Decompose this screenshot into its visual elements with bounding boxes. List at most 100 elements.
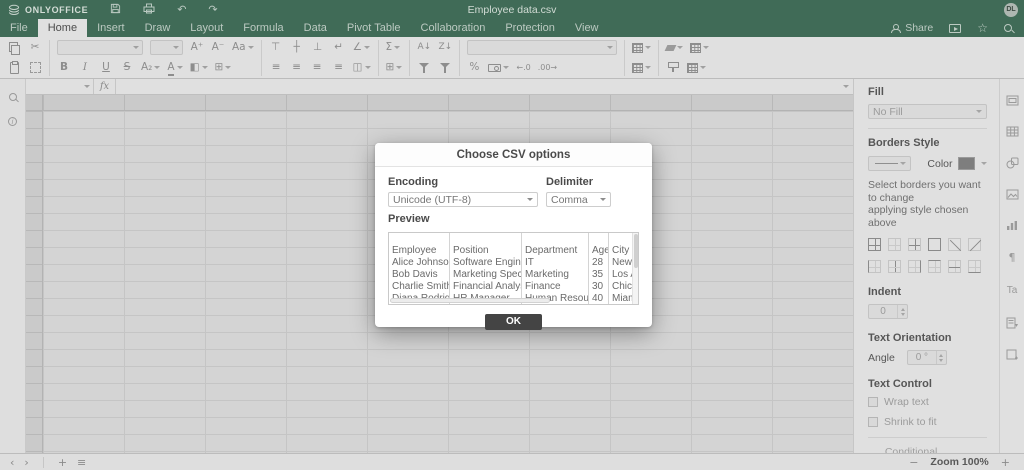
wrap-text-checkbox[interactable] — [868, 397, 878, 407]
sheet-list-icon[interactable]: ≡ — [77, 456, 86, 469]
chevron-down-icon[interactable] — [981, 162, 987, 165]
border-outside-button[interactable] — [928, 238, 941, 251]
border-all-button[interactable] — [868, 238, 881, 251]
info-icon[interactable]: i — [8, 117, 17, 126]
italic-icon[interactable]: I — [78, 60, 92, 75]
redo-icon[interactable]: ↷ — [208, 3, 217, 16]
zoom-out-icon[interactable]: − — [909, 456, 918, 469]
increase-font-icon[interactable]: A⁺ — [190, 40, 204, 55]
tab-collaboration[interactable]: Collaboration — [411, 19, 496, 37]
preview-horizontal-scrollbar[interactable] — [389, 297, 632, 304]
slicer-settings-icon[interactable] — [1006, 317, 1019, 329]
sort-ascending-icon[interactable]: A↓ — [417, 40, 432, 55]
share-button[interactable]: Share — [890, 22, 933, 34]
orientation-icon[interactable]: ∠ — [353, 40, 371, 55]
border-top-button[interactable] — [928, 260, 941, 273]
valign-bottom-icon[interactable]: ⊥ — [311, 40, 325, 55]
insert-cells-icon[interactable] — [632, 40, 652, 55]
font-color-icon[interactable]: A — [167, 60, 183, 76]
insert-table-icon[interactable] — [687, 60, 707, 75]
borders-icon[interactable]: ⊞ — [215, 60, 232, 75]
text-art-settings-icon[interactable]: Ta — [1007, 284, 1018, 297]
accounting-style-icon[interactable] — [488, 60, 510, 75]
add-sheet-icon[interactable]: + — [58, 456, 67, 469]
percent-style-icon[interactable]: % — [467, 60, 481, 75]
underline-icon[interactable]: U — [99, 60, 113, 75]
formula-input[interactable] — [116, 79, 837, 94]
encoding-select[interactable]: Unicode (UTF-8) — [388, 192, 538, 207]
font-name-combo[interactable] — [57, 40, 143, 55]
formula-bar-collapse-icon[interactable] — [837, 79, 853, 94]
align-left-icon[interactable]: ≡ — [269, 60, 283, 75]
tab-insert[interactable]: Insert — [87, 19, 135, 37]
tab-file[interactable]: File — [0, 19, 38, 37]
shrink-to-fit-checkbox[interactable] — [868, 417, 878, 427]
paragraph-settings-icon[interactable]: ¶ — [1009, 251, 1016, 264]
align-justify-icon[interactable]: ≡ — [332, 60, 346, 75]
bold-icon[interactable]: B — [57, 60, 71, 75]
insert-function-button[interactable]: fx — [94, 79, 116, 94]
sort-descending-icon[interactable]: Z↓ — [438, 40, 453, 55]
border-diagonal-up-button[interactable] — [968, 238, 982, 251]
border-left-button[interactable] — [868, 260, 881, 273]
wrap-text-icon[interactable]: ↵ — [332, 40, 346, 55]
next-sheet-icon[interactable]: › — [24, 456, 28, 469]
fill-select[interactable]: No Fill — [868, 104, 987, 119]
open-file-location-icon[interactable] — [949, 23, 962, 33]
valign-middle-icon[interactable]: ┼ — [290, 40, 304, 55]
ok-button[interactable]: OK — [485, 314, 542, 330]
tab-layout[interactable]: Layout — [180, 19, 233, 37]
border-inside-button[interactable] — [908, 238, 921, 251]
border-inside-vertical-button[interactable] — [888, 260, 901, 273]
chart-settings-icon[interactable] — [1006, 220, 1018, 231]
indent-spinner[interactable]: 0 — [868, 304, 908, 319]
select-all-icon[interactable] — [28, 60, 42, 75]
clear-filter-icon[interactable] — [438, 60, 452, 75]
filter-icon[interactable] — [417, 60, 431, 75]
pivot-table-settings-icon[interactable] — [1006, 349, 1019, 361]
find-icon[interactable] — [8, 93, 17, 101]
column-headers[interactable] — [43, 95, 853, 111]
zoom-level[interactable]: Zoom 100% — [930, 456, 988, 468]
zoom-in-icon[interactable]: + — [1001, 456, 1010, 469]
tab-data[interactable]: Data — [294, 19, 337, 37]
paste-icon[interactable] — [7, 60, 21, 75]
border-none-button[interactable] — [888, 238, 901, 251]
table-settings-icon[interactable] — [1006, 126, 1019, 137]
tab-home[interactable]: Home — [37, 19, 88, 37]
font-size-combo[interactable] — [150, 40, 183, 55]
decrease-decimal-icon[interactable]: ←.0 — [516, 60, 530, 75]
undo-icon[interactable]: ↶ — [177, 3, 186, 16]
tab-pivot-table[interactable]: Pivot Table — [337, 19, 411, 37]
autosum-icon[interactable]: Σ — [386, 40, 401, 55]
named-ranges-icon[interactable]: ⊞ — [386, 60, 403, 75]
delimiter-select[interactable]: Comma — [546, 192, 611, 207]
cell-settings-icon[interactable] — [1006, 95, 1019, 106]
format-as-table-icon[interactable] — [690, 40, 710, 55]
favorite-star-icon[interactable]: ☆ — [977, 22, 988, 34]
angle-spinner[interactable]: 0 ° — [906, 350, 947, 365]
fill-color-icon[interactable]: ◧ — [190, 60, 208, 75]
avatar[interactable]: DL — [1004, 2, 1018, 17]
border-right-button[interactable] — [908, 260, 921, 273]
tab-view[interactable]: View — [565, 19, 609, 37]
merge-cells-icon[interactable]: ◫ — [353, 60, 371, 75]
tab-formula[interactable]: Formula — [233, 19, 293, 37]
search-icon[interactable] — [1004, 24, 1012, 32]
increase-decimal-icon[interactable]: .00→ — [538, 60, 557, 75]
border-inside-horizontal-button[interactable] — [948, 260, 961, 273]
valign-top-icon[interactable]: ⊤ — [269, 40, 283, 55]
row-headers[interactable] — [26, 111, 43, 453]
copy-style-icon[interactable] — [666, 60, 680, 75]
border-color-swatch[interactable] — [958, 157, 975, 170]
image-settings-icon[interactable] — [1006, 189, 1019, 200]
tab-draw[interactable]: Draw — [135, 19, 181, 37]
decrease-font-icon[interactable]: A⁻ — [211, 40, 225, 55]
dialog-title[interactable]: Choose CSV options — [375, 143, 652, 167]
cut-icon[interactable]: ✂ — [28, 40, 42, 55]
select-all-corner[interactable] — [26, 95, 43, 111]
border-line-style-select[interactable] — [868, 156, 912, 171]
preview-vertical-scrollbar[interactable] — [632, 233, 638, 304]
shape-settings-icon[interactable] — [1006, 157, 1019, 169]
align-right-icon[interactable]: ≡ — [311, 60, 325, 75]
